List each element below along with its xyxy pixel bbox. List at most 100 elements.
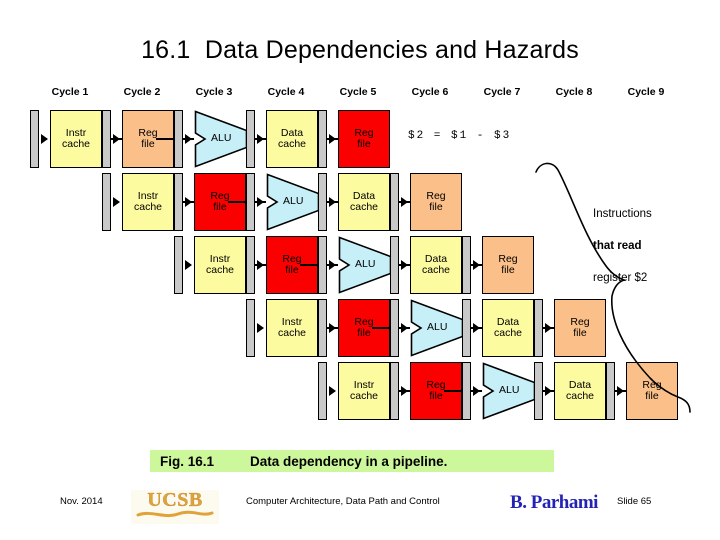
dependency-annotation: Instructions that read register $2 (593, 190, 652, 302)
flow-arrow-icon (329, 322, 336, 333)
pipeline-latch-3-3 (318, 236, 327, 294)
stage-label-reg_file: Reg file (138, 126, 158, 150)
figure-caption-text: Data dependency in a pipeline. (250, 453, 448, 469)
pipeline-latch-2-2 (174, 173, 183, 231)
pipeline-latch-5-3 (462, 362, 471, 420)
flow-arrow-icon (113, 196, 120, 207)
flow-arrow-icon (185, 259, 192, 270)
pipeline-latch-2-3 (246, 173, 255, 231)
slide-canvas: 16.1 Data Dependencies and Hazards Cycle… (0, 0, 720, 540)
flow-arrow-icon (329, 196, 336, 207)
pipeline-latch-2-5 (390, 173, 399, 231)
stage-reg_file_wb: Reg file (410, 173, 462, 231)
flow-arrow-icon (473, 385, 480, 396)
flow-arrow-icon (401, 322, 408, 333)
stage-label-reg_file_wb: Reg file (426, 189, 446, 213)
pipeline-latch-4-3 (390, 299, 399, 357)
stage-label-alu: ALU (355, 258, 376, 270)
connector-wire (156, 138, 174, 140)
pipeline-latch-4-2 (318, 299, 327, 357)
stage-label-data_cache: Data cache (421, 252, 451, 276)
parhami-logo: B. Parhami (508, 488, 600, 518)
stage-label-instr_cache: Instr cache (61, 126, 91, 150)
pipeline-latch-4-4 (462, 299, 471, 357)
ucsb-swoosh-icon (136, 510, 214, 518)
pipeline-latch-5-1 (318, 362, 327, 420)
flow-arrow-icon (401, 259, 408, 270)
flow-arrow-icon (113, 133, 120, 144)
slide-footer: Nov. 2014 UCSB Computer Architecture, Da… (0, 490, 720, 528)
connector-wire (300, 264, 318, 266)
flow-arrow-icon (329, 259, 336, 270)
ucsb-logo: UCSB (131, 490, 219, 524)
pipeline-latch-3-5 (462, 236, 471, 294)
annotation-line-2: that read (593, 240, 642, 252)
pipeline-latch-1-2 (102, 110, 111, 168)
cycle-header-8: Cycle 8 (555, 86, 593, 98)
stage-label-instr_cache: Instr cache (349, 378, 379, 402)
stage-data_cache: Data cache (266, 110, 318, 168)
cycle-header-9: Cycle 9 (627, 86, 665, 98)
flow-arrow-icon (401, 196, 408, 207)
footer-center-text: Computer Architecture, Data Path and Con… (246, 496, 440, 507)
flow-arrow-icon (473, 259, 480, 270)
stage-label-alu: ALU (211, 132, 232, 144)
stage-label-alu: ALU (283, 195, 304, 207)
stage-reg_file_wb: Reg file (338, 110, 390, 168)
annotation-line-1: Instructions (593, 208, 652, 220)
stage-label-reg_file: Reg file (210, 189, 230, 213)
pipeline-latch-3-1 (174, 236, 183, 294)
stage-alu: ALU (266, 173, 320, 231)
flow-arrow-icon (185, 196, 192, 207)
stage-label-data_cache: Data cache (349, 189, 379, 213)
flow-arrow-icon (401, 385, 408, 396)
cycle-header-6: Cycle 6 (411, 86, 449, 98)
figure-number: Fig. 16.1 (160, 453, 215, 469)
cycle-header-4: Cycle 4 (267, 86, 305, 98)
parhami-logo-text: B. Parhami (510, 492, 598, 513)
page-title: 16.1 Data Dependencies and Hazards (141, 36, 579, 64)
stage-instr_cache: Instr cache (338, 362, 390, 420)
flow-arrow-icon (41, 133, 48, 144)
pipeline-latch-1-5 (318, 110, 327, 168)
cycle-header-7: Cycle 7 (483, 86, 521, 98)
flow-arrow-icon (257, 259, 264, 270)
flow-arrow-icon (257, 322, 264, 333)
stage-label-reg_file: Reg file (426, 378, 446, 402)
pipeline-latch-3-4 (390, 236, 399, 294)
flow-arrow-icon (257, 196, 264, 207)
footer-date: Nov. 2014 (60, 496, 103, 507)
pipeline-latch-1-3 (174, 110, 183, 168)
stage-alu: ALU (338, 236, 392, 294)
stage-data_cache: Data cache (338, 173, 390, 231)
stage-label-reg_file_wb: Reg file (354, 126, 374, 150)
connector-wire (444, 390, 462, 392)
cycle-header-5: Cycle 5 (339, 86, 377, 98)
flow-arrow-icon (257, 133, 264, 144)
cycle-header-3: Cycle 3 (195, 86, 233, 98)
stage-alu: ALU (194, 110, 248, 168)
pipeline-latch-2-1 (102, 173, 111, 231)
pipeline-latch-3-2 (246, 236, 255, 294)
cycle-header-1: Cycle 1 (51, 86, 89, 98)
stage-label-reg_file: Reg file (282, 252, 302, 276)
stage-label-alu: ALU (427, 321, 448, 333)
stage-label-instr_cache: Instr cache (133, 189, 163, 213)
stage-alu: ALU (410, 299, 464, 357)
flow-arrow-icon (185, 133, 192, 144)
ucsb-logo-text: UCSB (147, 489, 203, 511)
instruction-expression: $2 = $1 - $3 (408, 130, 512, 142)
stage-instr_cache: Instr cache (266, 299, 318, 357)
stage-instr_cache: Instr cache (50, 110, 102, 168)
flow-arrow-icon (473, 322, 480, 333)
stage-data_cache: Data cache (410, 236, 462, 294)
pipeline-latch-5-2 (390, 362, 399, 420)
figure-caption: Fig. 16.1 Data dependency in a pipeline. (150, 450, 554, 472)
pipeline-latch-1-4 (246, 110, 255, 168)
stage-label-data_cache: Data cache (277, 126, 307, 150)
flow-arrow-icon (329, 133, 336, 144)
pipeline-latch-2-4 (318, 173, 327, 231)
stage-label-instr_cache: Instr cache (205, 252, 235, 276)
annotation-line-3: register $2 (593, 272, 648, 284)
stage-instr_cache: Instr cache (122, 173, 174, 231)
